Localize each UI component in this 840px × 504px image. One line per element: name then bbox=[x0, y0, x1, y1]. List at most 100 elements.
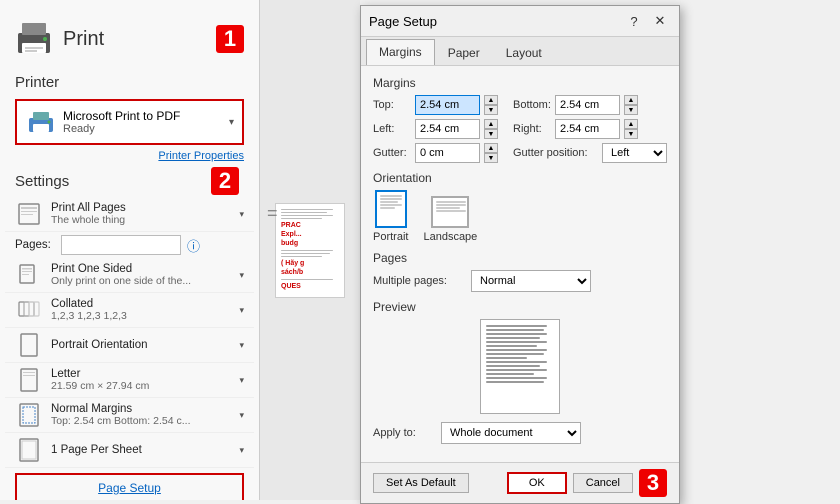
dialog-tabs: Margins Paper Layout bbox=[361, 37, 679, 66]
tab-paper[interactable]: Paper bbox=[435, 40, 493, 65]
left-label: Left: bbox=[373, 123, 411, 135]
bottom-spin-up[interactable]: ▲ bbox=[624, 95, 638, 105]
pages-input[interactable] bbox=[61, 235, 181, 255]
setting-paper-text: Letter 21.59 cm × 27.94 cm bbox=[51, 368, 231, 392]
left-input[interactable] bbox=[415, 119, 480, 139]
ok-button[interactable]: OK bbox=[507, 472, 567, 494]
setting-dropdown-arrow-2[interactable]: ▾ bbox=[239, 270, 244, 281]
right-spinner[interactable]: ▲ ▼ bbox=[624, 119, 638, 139]
document-mini-preview: PRACExpl...budg ( Hãy gsách/b QUES bbox=[275, 203, 345, 298]
gutter-spinner[interactable]: ▲ ▼ bbox=[484, 143, 498, 163]
margin-right-row: Right: ▲ ▼ bbox=[513, 119, 667, 139]
setting-orientation[interactable]: Portrait Orientation ▾ bbox=[5, 328, 254, 363]
dialog-help-button[interactable]: ? bbox=[623, 12, 645, 30]
doc-red-text-2: ( Hãy gsách/b bbox=[281, 259, 339, 277]
multiple-pages-label: Multiple pages: bbox=[373, 275, 463, 287]
page-setup-link[interactable]: Page Setup bbox=[15, 473, 244, 500]
orientation-icon bbox=[15, 331, 43, 359]
right-label: Right: bbox=[513, 123, 551, 135]
printer-info: Microsoft Print to PDF Ready bbox=[63, 109, 223, 135]
top-spin-up[interactable]: ▲ bbox=[484, 95, 498, 105]
badge-2: 2 bbox=[211, 167, 239, 195]
portrait-option[interactable]: Portrait bbox=[373, 190, 408, 243]
setting-margins-text: Normal Margins Top: 2.54 cm Bottom: 2.54… bbox=[51, 403, 231, 427]
print-icon-wrap bbox=[10, 15, 58, 63]
gutter-pos-label: Gutter position: bbox=[513, 147, 598, 159]
landscape-label: Landscape bbox=[423, 231, 477, 243]
dialog-close-button[interactable]: ✕ bbox=[649, 12, 671, 30]
gutter-pos-select[interactable]: Left bbox=[602, 143, 667, 163]
left-spinner[interactable]: ▲ ▼ bbox=[484, 119, 498, 139]
bottom-spinner[interactable]: ▲ ▼ bbox=[624, 95, 638, 115]
portrait-label: Portrait bbox=[373, 231, 408, 243]
gutter-input[interactable] bbox=[415, 143, 480, 163]
setting-margins[interactable]: Normal Margins Top: 2.54 cm Bottom: 2.54… bbox=[5, 398, 254, 433]
margins-section-label: Margins bbox=[373, 76, 667, 90]
gutter-position-row: Gutter position: Left bbox=[513, 143, 667, 163]
left-print-panel: Print 1 Printer Microsoft Print to PDF R… bbox=[0, 0, 260, 500]
gutter-spin-up[interactable]: ▲ bbox=[484, 143, 498, 153]
setting-one-sided[interactable]: Print One Sided Only print on one side o… bbox=[5, 258, 254, 293]
gutter-label: Gutter: bbox=[373, 147, 411, 159]
settings-list: Print All Pages The whole thing ▾ Pages:… bbox=[0, 197, 259, 468]
printer-properties-link[interactable]: Printer Properties bbox=[0, 150, 259, 162]
doc-red-text: PRACExpl...budg bbox=[281, 221, 339, 248]
preview-label: Preview bbox=[373, 300, 667, 314]
landscape-option[interactable]: Landscape bbox=[423, 196, 477, 243]
bottom-input[interactable] bbox=[555, 95, 620, 115]
preview-box bbox=[480, 319, 560, 414]
right-spin-down[interactable]: ▼ bbox=[624, 129, 638, 139]
top-label: Top: bbox=[373, 99, 411, 111]
setting-dropdown-arrow-6[interactable]: ▾ bbox=[239, 410, 244, 421]
dialog-titlebar: Page Setup ? ✕ bbox=[361, 6, 679, 37]
pages-section-label: Pages bbox=[373, 251, 667, 265]
apply-to-select[interactable]: Whole document bbox=[441, 422, 581, 444]
top-spinner[interactable]: ▲ ▼ bbox=[484, 95, 498, 115]
setting-dropdown-arrow-5[interactable]: ▾ bbox=[239, 375, 244, 386]
info-icon[interactable]: ⓘ bbox=[187, 236, 200, 255]
top-input[interactable] bbox=[415, 95, 480, 115]
tab-layout[interactable]: Layout bbox=[493, 40, 555, 65]
multiple-pages-select[interactable]: Normal bbox=[471, 270, 591, 292]
setting-print-all-pages[interactable]: Print All Pages The whole thing ▾ bbox=[5, 197, 254, 232]
top-spin-down[interactable]: ▼ bbox=[484, 105, 498, 115]
margin-gutter-row: Gutter: ▲ ▼ bbox=[373, 143, 498, 163]
setting-paper-size[interactable]: Letter 21.59 cm × 27.94 cm ▾ bbox=[5, 363, 254, 398]
set-as-default-button[interactable]: Set As Default bbox=[373, 473, 469, 493]
margin-left-row: Left: ▲ ▼ bbox=[373, 119, 498, 139]
left-spin-down[interactable]: ▼ bbox=[484, 129, 498, 139]
bottom-spin-down[interactable]: ▼ bbox=[624, 105, 638, 115]
dialog-body: Margins Top: ▲ ▼ Bottom: ▲ ▼ bbox=[361, 66, 679, 462]
setting-pages-per-sheet[interactable]: 1 Page Per Sheet ▾ bbox=[5, 433, 254, 468]
print-header: Print 1 bbox=[0, 10, 259, 68]
bottom-label: Bottom: bbox=[513, 99, 551, 111]
right-spin-up[interactable]: ▲ bbox=[624, 119, 638, 129]
setting-orientation-text: Portrait Orientation bbox=[51, 339, 231, 351]
printer-selector[interactable]: Microsoft Print to PDF Ready ▾ bbox=[15, 99, 244, 145]
setting-dropdown-arrow-4[interactable]: ▾ bbox=[239, 340, 244, 351]
printer-dropdown-arrow[interactable]: ▾ bbox=[229, 117, 234, 128]
badge-1: 1 bbox=[216, 25, 244, 53]
printer-section-title: Printer bbox=[0, 68, 259, 94]
printer-status: Ready bbox=[63, 123, 223, 135]
setting-collated-text: Collated 1,2,3 1,2,3 1,2,3 bbox=[51, 298, 231, 322]
right-input[interactable] bbox=[555, 119, 620, 139]
setting-pages-per-sheet-text: 1 Page Per Sheet bbox=[51, 444, 231, 456]
landscape-icon bbox=[431, 196, 469, 228]
pages-section: Pages Multiple pages: Normal bbox=[373, 251, 667, 292]
print-all-pages-icon bbox=[15, 200, 43, 228]
printer-device-icon bbox=[25, 106, 57, 138]
settings-section-title: Settings bbox=[15, 173, 69, 190]
setting-dropdown-arrow-3[interactable]: ▾ bbox=[239, 305, 244, 316]
gutter-spin-down[interactable]: ▼ bbox=[484, 153, 498, 163]
tab-margins[interactable]: Margins bbox=[366, 39, 435, 65]
setting-collated[interactable]: Collated 1,2,3 1,2,3 1,2,3 ▾ bbox=[5, 293, 254, 328]
document-preview-area: = PRACExpl...budg ( Hãy gsách/b QUES bbox=[260, 0, 360, 500]
pages-label: Pages: bbox=[15, 239, 55, 251]
left-spin-up[interactable]: ▲ bbox=[484, 119, 498, 129]
pages-row: Pages: ⓘ bbox=[5, 232, 254, 258]
cancel-button[interactable]: Cancel bbox=[573, 473, 633, 493]
setting-dropdown-arrow-7[interactable]: ▾ bbox=[239, 445, 244, 456]
paper-size-icon bbox=[15, 366, 43, 394]
setting-dropdown-arrow[interactable]: ▾ bbox=[239, 209, 244, 220]
